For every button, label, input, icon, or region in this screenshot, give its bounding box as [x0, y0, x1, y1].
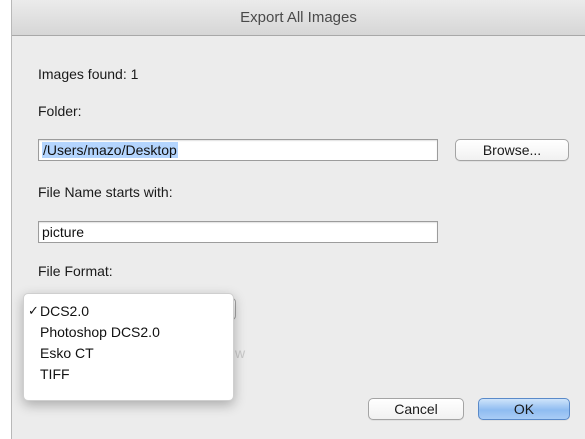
images-found-label: Images found: 1 — [38, 66, 139, 82]
browse-button[interactable]: Browse... — [455, 139, 569, 161]
file-format-label: File Format: — [38, 263, 113, 279]
filename-label: File Name starts with: — [38, 184, 173, 200]
ok-button[interactable]: OK — [478, 398, 570, 420]
menu-item-dcs2[interactable]: ✓ DCS2.0 — [24, 301, 233, 322]
menu-item-label: Photoshop DCS2.0 — [40, 324, 160, 340]
menu-item-esko-ct[interactable]: Esko CT — [24, 343, 233, 364]
menu-item-label: DCS2.0 — [40, 303, 90, 319]
menu-item-label: Esko CT — [40, 345, 94, 361]
filename-input[interactable]: picture — [38, 221, 438, 243]
dialog-title: Export All Images — [240, 9, 357, 26]
cancel-button[interactable]: Cancel — [368, 398, 464, 420]
menu-item-photoshop-dcs2[interactable]: Photoshop DCS2.0 — [24, 322, 233, 343]
file-format-menu: ✓ DCS2.0 Photoshop DCS2.0 Esko CT TIFF — [23, 293, 234, 401]
folder-label: Folder: — [38, 103, 82, 119]
hidden-option-label: w — [235, 345, 246, 361]
folder-input-value: /Users/mazo/Desktop — [42, 142, 178, 158]
menu-item-label: TIFF — [40, 366, 70, 382]
folder-input[interactable]: /Users/mazo/Desktop — [38, 139, 438, 161]
title-bar[interactable]: Export All Images — [12, 0, 585, 36]
checkmark-icon: ✓ — [28, 303, 39, 318]
menu-item-tiff[interactable]: TIFF — [24, 364, 233, 385]
